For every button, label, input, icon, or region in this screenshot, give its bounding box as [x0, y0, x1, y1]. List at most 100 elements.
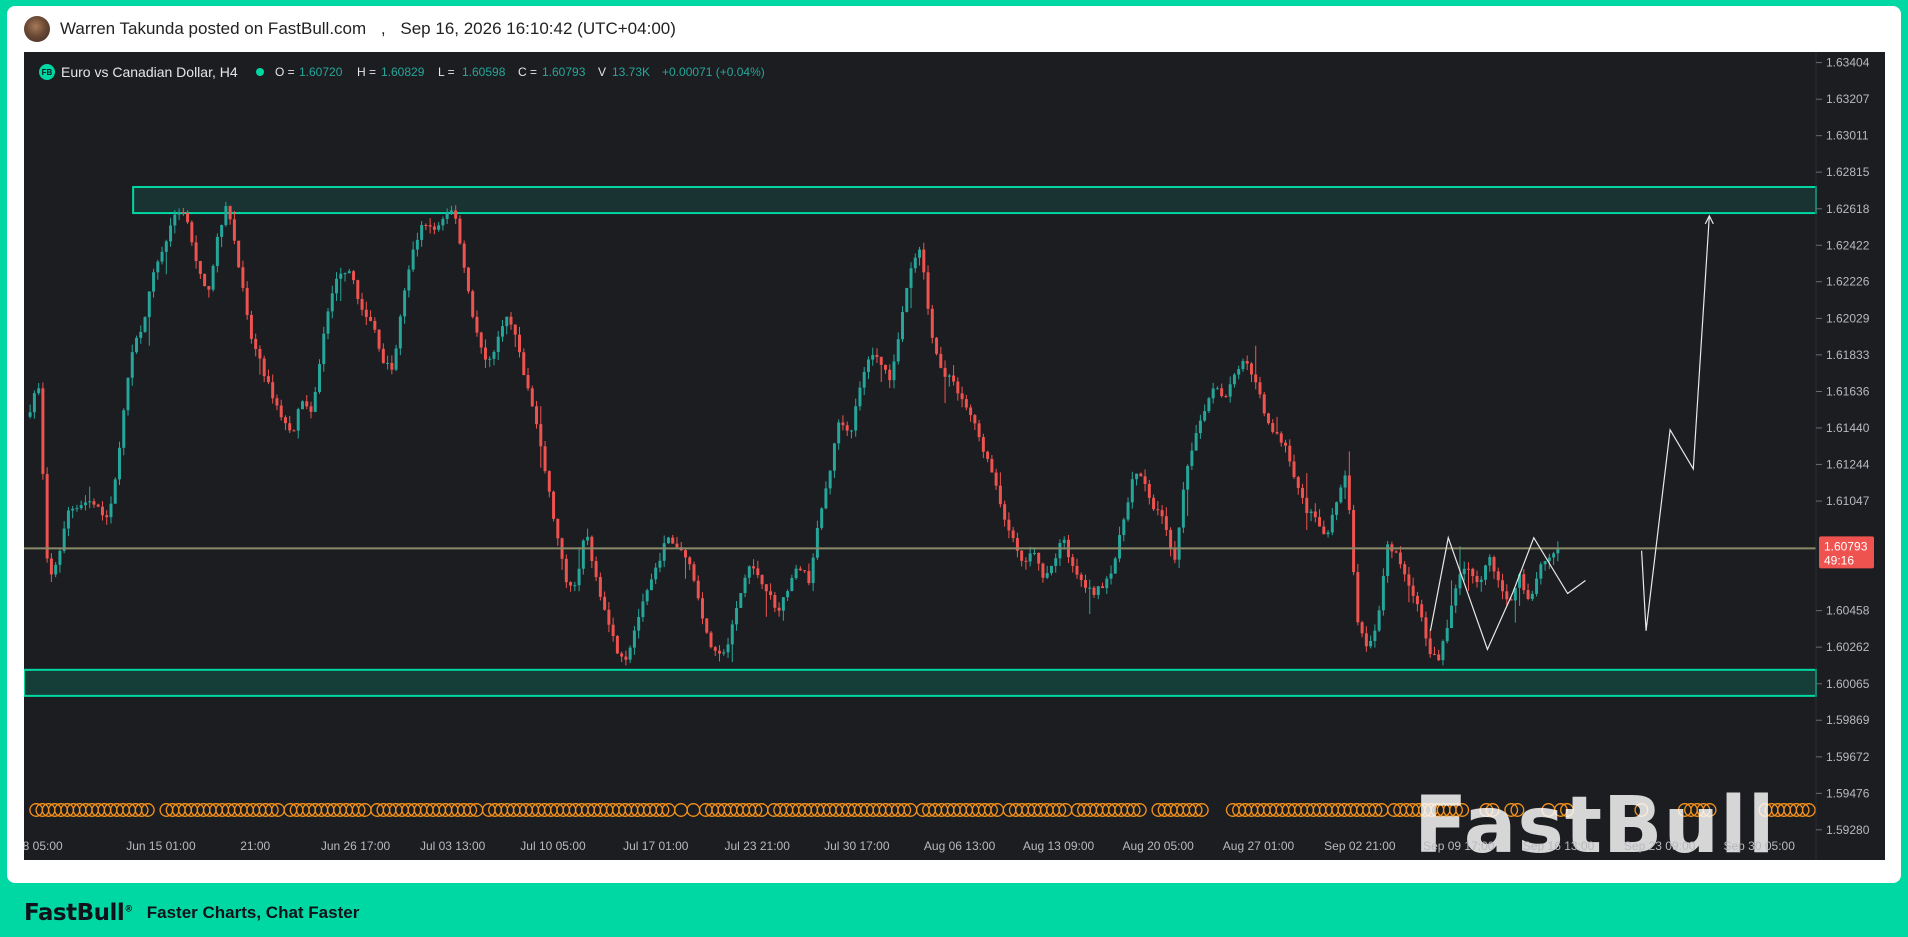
- candle-body: [854, 406, 858, 431]
- posted-on-text: posted on FastBull.com: [188, 19, 367, 38]
- candle-body: [518, 334, 522, 353]
- candle-body: [1543, 561, 1547, 565]
- candle-body: [1471, 568, 1475, 577]
- candle-body: [373, 320, 377, 330]
- candle-body: [845, 425, 849, 431]
- price-chart[interactable]: FastBull 1.63404 1.63207 1.63011 1.62815 1.62…: [24, 52, 1885, 860]
- y-tick-label: 1.62029: [1826, 311, 1870, 325]
- candle-body: [173, 214, 177, 226]
- candle-body: [896, 339, 900, 362]
- candle-body: [1088, 587, 1092, 589]
- candle-body: [1215, 388, 1219, 390]
- candle-body: [1037, 552, 1041, 564]
- candle-body: [1377, 610, 1381, 631]
- candle-body: [343, 273, 347, 275]
- candle-body: [1032, 552, 1036, 554]
- candle-body: [939, 353, 943, 368]
- candle-body: [1326, 532, 1330, 535]
- x-tick-label: Sep 23 09:00: [1624, 839, 1696, 853]
- candle-body: [364, 309, 368, 317]
- candle-body: [535, 406, 539, 425]
- candle-body: [760, 575, 764, 585]
- candle-body: [990, 458, 994, 473]
- candle-body: [547, 471, 551, 492]
- y-tick-label: 1.62226: [1826, 275, 1870, 289]
- candle-body: [186, 212, 190, 223]
- candle-body: [798, 568, 802, 571]
- candle-body: [1024, 560, 1028, 562]
- candle-body: [1522, 574, 1526, 591]
- x-tick-label: 21:00: [240, 839, 270, 853]
- candle-body: [615, 636, 619, 654]
- candle-body: [918, 249, 922, 258]
- candle-body: [458, 218, 462, 244]
- candle-body: [292, 430, 296, 432]
- x-tick-label: Jul 17 01:00: [623, 839, 689, 853]
- candle-body: [909, 268, 913, 288]
- candle-body: [1271, 423, 1275, 432]
- chart-canvas[interactable]: FastBull1.634041.632071.630111.628151.62…: [24, 52, 1885, 860]
- candle-body: [1318, 517, 1322, 527]
- candle-body: [1028, 553, 1032, 562]
- author-name[interactable]: Warren Takunda: [60, 19, 184, 38]
- candle-body: [1071, 557, 1075, 566]
- candle-body: [666, 537, 670, 544]
- candle-body: [1428, 638, 1432, 655]
- support-zone: [24, 668, 1817, 697]
- x-tick-label: Jun 26 17:00: [321, 839, 391, 853]
- x-tick-label: Aug 20 05:00: [1122, 839, 1194, 853]
- candle-body: [1275, 431, 1279, 434]
- candle-body: [1322, 526, 1326, 535]
- candle-body: [658, 560, 662, 568]
- candle-body: [428, 225, 432, 227]
- candle-body: [1101, 586, 1105, 589]
- candle-body: [1458, 574, 1462, 589]
- candle-body: [1288, 445, 1292, 462]
- y-tick-label: 1.61047: [1826, 494, 1870, 508]
- candle-body: [1249, 363, 1253, 375]
- candle-body: [1309, 511, 1313, 514]
- x-tick-label: Jul 30 17:00: [824, 839, 890, 853]
- candle-body: [871, 354, 875, 360]
- candle-body: [296, 409, 300, 431]
- candle-body: [492, 352, 496, 359]
- symbol-name: Euro vs Canadian Dollar, H4: [61, 64, 238, 80]
- y-tick-label: 1.60262: [1826, 640, 1870, 654]
- post-byline: Warren Takunda posted on FastBull.com , …: [60, 19, 676, 39]
- candle-body: [1045, 573, 1049, 578]
- candle-body: [420, 225, 424, 240]
- y-tick-label: 1.59869: [1826, 713, 1870, 727]
- candle-body: [1492, 557, 1496, 572]
- candle-body: [1096, 586, 1100, 595]
- candle-body: [1296, 477, 1300, 488]
- candle-body: [322, 333, 326, 365]
- y-tick-label: 1.62422: [1826, 238, 1870, 252]
- candle-body: [807, 571, 811, 584]
- candle-body: [462, 243, 466, 268]
- candle-body: [1020, 550, 1024, 561]
- candle-body: [1262, 394, 1266, 414]
- symbol-logo-text: FB: [42, 68, 53, 77]
- candle-body: [790, 578, 794, 592]
- x-tick-label: Jun 15 01:00: [126, 839, 196, 853]
- author-avatar[interactable]: [24, 16, 50, 42]
- candle-body: [139, 331, 143, 338]
- candle-body: [1369, 640, 1373, 647]
- candle-body: [1092, 587, 1096, 595]
- candle-body: [275, 398, 279, 406]
- candle-body: [1079, 574, 1083, 581]
- y-tick-label: 1.61244: [1826, 457, 1870, 471]
- candle-body: [1394, 551, 1398, 553]
- x-tick-label: Jul 23 21:00: [724, 839, 790, 853]
- candle-body: [1424, 617, 1428, 639]
- candle-body: [194, 242, 198, 262]
- candle-body: [147, 291, 151, 318]
- candle-body: [424, 225, 428, 227]
- candle-body: [815, 527, 819, 558]
- footer-logo[interactable]: FastBull®: [24, 900, 133, 926]
- footer-trademark: ®: [124, 904, 133, 915]
- candle-body: [1445, 627, 1449, 642]
- candle-body: [96, 504, 100, 507]
- candle-body: [126, 377, 130, 411]
- candle-body: [786, 591, 790, 598]
